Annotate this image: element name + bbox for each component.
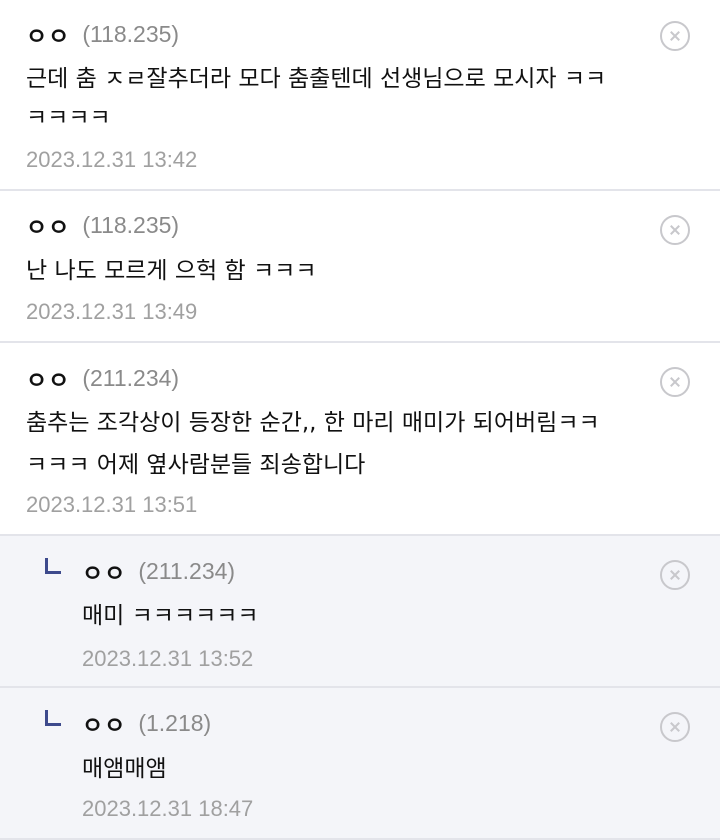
comment-ip: (211.234) <box>138 557 236 584</box>
comment-date: 2023.12.31 13:49 <box>26 299 198 324</box>
comment-author[interactable]: ㅇㅇ <box>82 554 126 588</box>
comment-text-line: ㅋㅋㅋ 어제 옆사람분들 죄송합니다 <box>26 452 366 478</box>
delete-icon[interactable] <box>660 712 690 742</box>
delete-icon[interactable] <box>660 215 690 245</box>
reply-item: ㅇㅇ (1.218) 매앰매앰 2023.12.31 18:47 <box>0 688 720 840</box>
comment-ip: (1.218) <box>138 709 212 736</box>
delete-icon[interactable] <box>660 21 690 51</box>
comment-text-line: 매앰매앰 <box>82 756 167 782</box>
comment-text-line: 난 나도 모르게 으헉 함 ㅋㅋㅋ <box>26 258 317 284</box>
comment-date: 2023.12.31 18:47 <box>82 796 254 821</box>
delete-icon[interactable] <box>660 367 690 397</box>
comment-ip: (118.235) <box>82 211 180 238</box>
comment-ip: (118.235) <box>82 20 180 47</box>
comment-date: 2023.12.31 13:42 <box>26 147 198 172</box>
comment-text-line: 매미 ㅋㅋㅋㅋㅋㅋ <box>82 603 259 629</box>
comment-meta: ㅇㅇ (118.235) <box>26 208 180 242</box>
comment-meta: ㅇㅇ (1.218) <box>82 706 212 740</box>
comment-meta: ㅇㅇ (118.235) <box>26 17 180 51</box>
reply-corner-icon <box>45 558 61 574</box>
comment-author[interactable]: ㅇㅇ <box>82 706 126 740</box>
comment-item: ㅇㅇ (118.235) 근데 춤 ㅈㄹ잘추더라 모다 춤출텐데 선생님으로 모… <box>0 0 720 191</box>
comment-meta: ㅇㅇ (211.234) <box>82 554 236 588</box>
reply-corner-icon <box>45 710 61 726</box>
comment-ip: (211.234) <box>82 364 180 391</box>
comment-text-line: ㅋㅋㅋㅋ <box>26 105 111 131</box>
comment-item: ㅇㅇ (211.234) 춤추는 조각상이 등장한 순간,, 한 마리 매미가 … <box>0 343 720 536</box>
comment-item: ㅇㅇ (118.235) 난 나도 모르게 으헉 함 ㅋㅋㅋ 2023.12.3… <box>0 191 720 343</box>
delete-icon[interactable] <box>660 560 690 590</box>
comment-meta: ㅇㅇ (211.234) <box>26 361 180 395</box>
comment-text-line: 춤추는 조각상이 등장한 순간,, 한 마리 매미가 되어버림ㅋㅋ <box>26 410 600 436</box>
comment-author[interactable]: ㅇㅇ <box>26 361 70 395</box>
comment-author[interactable]: ㅇㅇ <box>26 17 70 51</box>
reply-item: ㅇㅇ (211.234) 매미 ㅋㅋㅋㅋㅋㅋ 2023.12.31 13:52 <box>0 536 720 688</box>
comment-date: 2023.12.31 13:51 <box>26 492 198 517</box>
comment-date: 2023.12.31 13:52 <box>82 646 254 671</box>
comment-author[interactable]: ㅇㅇ <box>26 208 70 242</box>
